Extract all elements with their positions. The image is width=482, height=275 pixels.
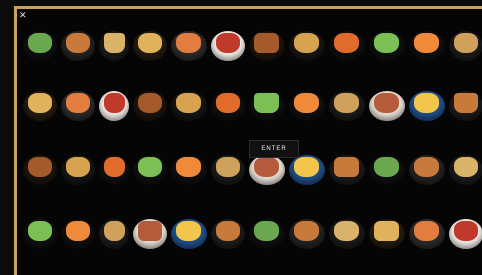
food <box>104 93 125 113</box>
food <box>138 221 162 241</box>
dish-thumbnail <box>99 209 129 249</box>
food <box>216 221 240 241</box>
dish-thumbnail <box>449 21 482 61</box>
food <box>66 157 90 177</box>
dish-thumbnail <box>61 209 95 249</box>
food <box>414 93 439 113</box>
food <box>414 221 439 241</box>
food <box>66 33 90 53</box>
food <box>216 93 240 113</box>
food <box>66 93 90 113</box>
dish-thumbnail <box>449 209 482 249</box>
food <box>254 33 279 53</box>
dish-thumbnail <box>171 21 207 61</box>
dish-thumbnail <box>409 145 445 185</box>
dish-thumbnail <box>61 81 95 121</box>
food <box>66 221 90 241</box>
dish-thumbnail <box>99 145 129 185</box>
food <box>28 221 52 241</box>
dish-row <box>17 209 482 261</box>
dish-thumbnail <box>133 209 167 249</box>
enter-button[interactable]: ENTER <box>249 140 299 158</box>
dish-thumbnail <box>289 209 325 249</box>
dish-row <box>17 81 482 133</box>
food <box>176 93 201 113</box>
food <box>294 33 319 53</box>
food <box>28 33 52 53</box>
dish-thumbnail <box>369 145 405 185</box>
dish-thumbnail <box>409 81 445 121</box>
dish-thumbnail <box>369 81 405 121</box>
food <box>334 221 359 241</box>
dish-thumbnail <box>133 145 167 185</box>
food <box>254 221 279 241</box>
dish-thumbnail <box>329 21 365 61</box>
dish-thumbnail <box>369 209 405 249</box>
food <box>176 221 201 241</box>
dish-thumbnail <box>211 209 245 249</box>
dish-thumbnail <box>409 21 445 61</box>
dish-row <box>17 21 482 73</box>
food <box>374 221 399 241</box>
dish-thumbnail <box>61 145 95 185</box>
food <box>104 157 125 177</box>
food <box>334 33 359 53</box>
food <box>176 33 201 53</box>
dish-thumbnail <box>409 209 445 249</box>
dish-thumbnail <box>449 81 482 121</box>
food <box>104 33 125 53</box>
food <box>254 157 279 177</box>
dish-thumbnail <box>329 145 365 185</box>
food <box>414 157 439 177</box>
dish-thumbnail <box>171 81 207 121</box>
food <box>138 157 162 177</box>
dish-thumbnail <box>23 21 57 61</box>
food <box>138 93 162 113</box>
food <box>374 93 399 113</box>
dish-thumbnail <box>369 21 405 61</box>
food <box>216 157 240 177</box>
food <box>138 33 162 53</box>
food <box>104 221 125 241</box>
dish-thumbnail <box>211 145 245 185</box>
food <box>454 157 478 177</box>
dish-thumbnail <box>133 21 167 61</box>
dish-thumbnail <box>61 21 95 61</box>
dish-thumbnail <box>249 21 285 61</box>
dish-thumbnail <box>171 145 207 185</box>
food <box>254 93 279 113</box>
dish-thumbnail <box>211 21 245 61</box>
dish-thumbnail <box>249 81 285 121</box>
food <box>294 157 319 177</box>
food <box>454 33 478 53</box>
food <box>176 157 201 177</box>
food <box>28 93 52 113</box>
dish-thumbnail <box>249 209 285 249</box>
dish-thumbnail <box>23 209 57 249</box>
gallery-frame: ✕ ENTER <box>14 6 482 275</box>
dish-thumbnail <box>99 81 129 121</box>
dish-thumbnail <box>289 21 325 61</box>
food <box>294 221 319 241</box>
food <box>334 93 359 113</box>
dish-thumbnail <box>23 81 57 121</box>
food <box>334 157 359 177</box>
food <box>216 33 240 53</box>
food <box>374 33 399 53</box>
dish-thumbnail <box>449 145 482 185</box>
dish-thumbnail <box>171 209 207 249</box>
food <box>454 93 478 113</box>
food <box>454 221 478 241</box>
dish-thumbnail <box>133 81 167 121</box>
food <box>414 33 439 53</box>
food <box>28 157 52 177</box>
dish-thumbnail <box>211 81 245 121</box>
dish-thumbnail <box>289 81 325 121</box>
dish-thumbnail <box>329 209 365 249</box>
dish-thumbnail <box>99 21 129 61</box>
food <box>294 93 319 113</box>
food <box>374 157 399 177</box>
dish-thumbnail <box>329 81 365 121</box>
dish-thumbnail <box>23 145 57 185</box>
